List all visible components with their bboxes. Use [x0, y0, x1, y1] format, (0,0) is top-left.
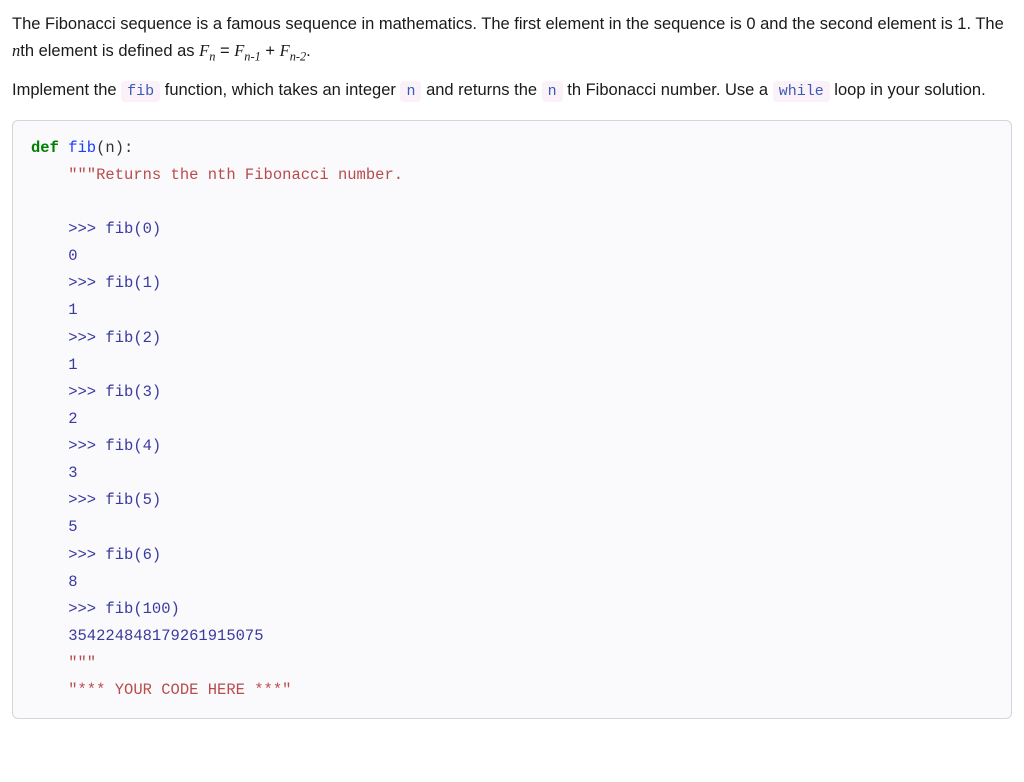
code-docstring-close: """ [31, 654, 96, 672]
code-doctest-result-5: 5 [31, 518, 78, 536]
code-doctest-call-4: >>> fib(4) [31, 437, 161, 455]
code-docstring-open: """Returns the nth Fibonacci number. [31, 166, 403, 184]
task-text-5: loop in your solution. [830, 81, 986, 99]
task-text-3: and returns the [421, 81, 541, 99]
code-block: def fib(n): """Returns the nth Fibonacci… [12, 120, 1012, 720]
code-fib: fib [121, 81, 160, 102]
task-text-4: th Fibonacci number. Use a [563, 81, 773, 99]
code-doctest-result-1: 1 [31, 301, 78, 319]
intro-text-2: th element is defined as [20, 42, 199, 60]
code-params: (n): [96, 139, 133, 157]
code-fn-name: fib [59, 139, 96, 157]
code-doctest-result-3: 2 [31, 410, 78, 428]
formula-end: . [306, 42, 311, 60]
task-text-1: Implement the [12, 81, 121, 99]
formula-F1: F [199, 41, 209, 60]
code-doctest-call-1: >>> fib(1) [31, 274, 161, 292]
code-doctest-call-3: >>> fib(3) [31, 383, 161, 401]
formula-sub-n2: n-2 [290, 49, 306, 63]
code-while: while [773, 81, 830, 102]
intro-paragraph: The Fibonacci sequence is a famous seque… [12, 12, 1012, 64]
formula-sub-n1: n-1 [244, 49, 260, 63]
code-doctest-call-2: >>> fib(2) [31, 329, 161, 347]
code-n: n [400, 81, 421, 102]
intro-text-1: The Fibonacci sequence is a famous seque… [12, 15, 1004, 33]
formula-F3: F [280, 41, 290, 60]
formula-eq: = [215, 42, 234, 60]
math-n: n [12, 41, 20, 60]
code-doctest-result-4: 3 [31, 464, 78, 482]
code-doctest-call-5: >>> fib(5) [31, 491, 161, 509]
code-n2: n [542, 81, 563, 102]
code-doctest-call-0: >>> fib(0) [31, 220, 161, 238]
code-doctest-result-2: 1 [31, 356, 78, 374]
code-doctest-result-0: 0 [31, 247, 78, 265]
formula-plus: + [261, 42, 280, 60]
code-placeholder: "*** YOUR CODE HERE ***" [31, 681, 291, 699]
code-doctest-result-6: 8 [31, 573, 78, 591]
formula-F2: F [234, 41, 244, 60]
code-doctest-call-7: >>> fib(100) [31, 600, 180, 618]
code-keyword-def: def [31, 139, 59, 157]
task-text-2: function, which takes an integer [160, 81, 400, 99]
code-doctest-result-7: 354224848179261915075 [31, 627, 264, 645]
task-paragraph: Implement the fib function, which takes … [12, 78, 1012, 104]
code-doctest-call-6: >>> fib(6) [31, 546, 161, 564]
